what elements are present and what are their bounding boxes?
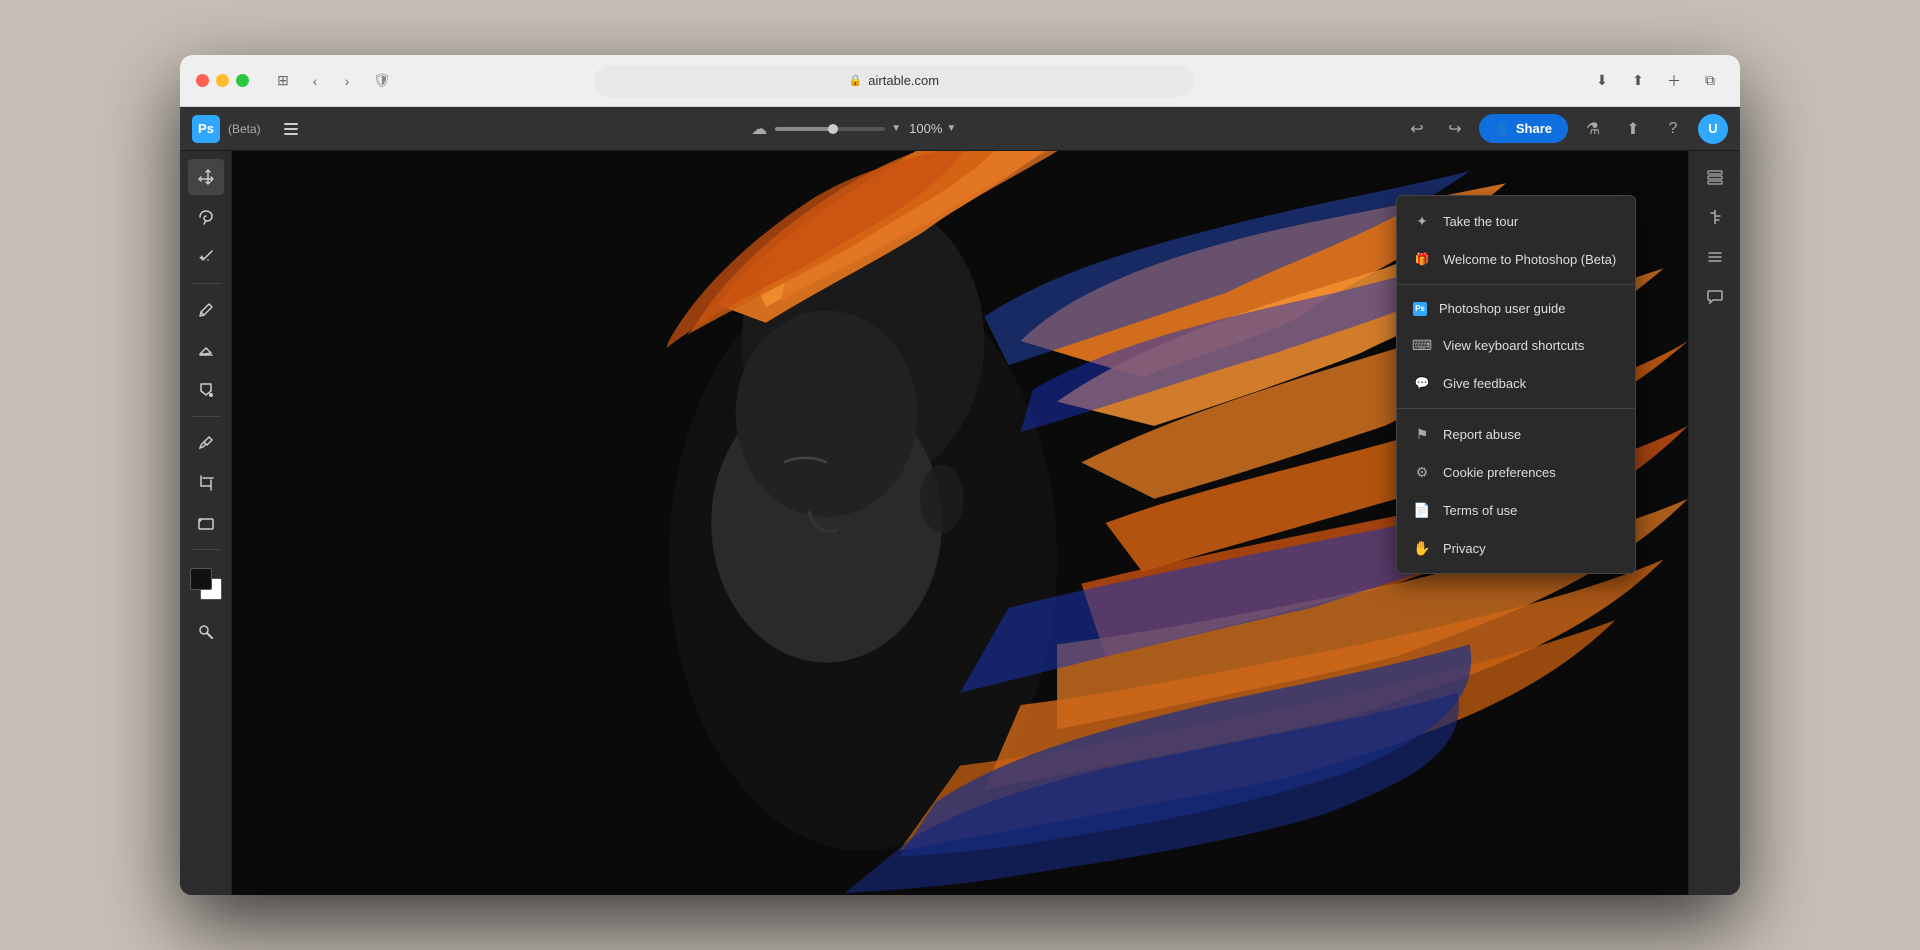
close-button[interactable] bbox=[196, 74, 209, 87]
new-tab-button[interactable]: ＋ bbox=[1660, 67, 1688, 95]
tool-separator-3 bbox=[191, 549, 221, 550]
keyboard-shortcuts-icon: ⌨ bbox=[1413, 336, 1431, 354]
url-bar[interactable]: 🔒 airtable.com bbox=[594, 65, 1194, 97]
share-page-button[interactable]: ⬆ bbox=[1624, 67, 1652, 95]
terms-of-use-icon: 📄 bbox=[1413, 501, 1431, 519]
ps-right-panel bbox=[1688, 151, 1740, 895]
user-guide-icon: Ps bbox=[1413, 302, 1427, 316]
report-abuse-label: Report abuse bbox=[1443, 427, 1521, 442]
zoom-slider-thumb bbox=[828, 124, 838, 134]
user-guide-label: Photoshop user guide bbox=[1439, 301, 1565, 316]
lock-icon: 🔒 bbox=[849, 74, 863, 87]
give-feedback-label: Give feedback bbox=[1443, 376, 1526, 391]
zoom-level-label: 100% bbox=[909, 121, 942, 136]
ps-topbar-right: ↩ ↪ 👤 Share ⚗ ⬆ ? U bbox=[1403, 114, 1728, 144]
browser-right-controls: ⬇ ⬆ ＋ ⧉ bbox=[1588, 67, 1724, 95]
terms-of-use-item[interactable]: 📄 Terms of use bbox=[1397, 491, 1635, 529]
user-avatar[interactable]: U bbox=[1698, 114, 1728, 144]
download-button[interactable]: ⬇ bbox=[1588, 67, 1616, 95]
hamburger-menu-button[interactable] bbox=[277, 115, 305, 143]
ps-topbar-center: ☁ ▼ 100% ▼ bbox=[313, 119, 1395, 139]
extra-tool-button[interactable] bbox=[188, 614, 224, 650]
take-tour-label: Take the tour bbox=[1443, 214, 1518, 229]
take-tour-item[interactable]: ✦ Take the tour bbox=[1397, 202, 1635, 240]
cookie-preferences-item[interactable]: ⚙ Cookie preferences bbox=[1397, 453, 1635, 491]
undo-button[interactable]: ↩ bbox=[1403, 115, 1431, 143]
move-tool-button[interactable] bbox=[188, 159, 224, 195]
help-dropdown-section-1: ✦ Take the tour 🎁 Welcome to Photoshop (… bbox=[1397, 196, 1635, 284]
tool-separator-2 bbox=[191, 416, 221, 417]
brush-tool-button[interactable] bbox=[188, 292, 224, 328]
help-dropdown-menu: ✦ Take the tour 🎁 Welcome to Photoshop (… bbox=[1396, 195, 1636, 574]
cloud-icon: ☁ bbox=[751, 119, 767, 139]
ps-topbar: Ps (Beta) ☁ ▼ 100% bbox=[180, 107, 1740, 151]
ps-canvas[interactable]: ✦ Take the tour 🎁 Welcome to Photoshop (… bbox=[232, 151, 1688, 895]
sidebar-toggle-button[interactable]: ⊞ bbox=[269, 67, 297, 95]
properties-panel-button[interactable] bbox=[1697, 239, 1733, 275]
share-button-icon: 👤 bbox=[1495, 122, 1510, 136]
minimize-button[interactable] bbox=[216, 74, 229, 87]
foreground-color-swatch[interactable] bbox=[190, 568, 212, 590]
zoom-dropdown-chevron: ▼ bbox=[946, 123, 956, 134]
give-feedback-icon: 💬 bbox=[1413, 374, 1431, 392]
color-swatches[interactable] bbox=[188, 566, 224, 602]
ps-beta-label: (Beta) bbox=[228, 122, 261, 136]
share-button[interactable]: 👤 Share bbox=[1479, 114, 1568, 143]
user-guide-item[interactable]: Ps Photoshop user guide bbox=[1397, 291, 1635, 326]
zoom-slider-container[interactable]: ▼ bbox=[775, 123, 901, 134]
help-dropdown-section-2: Ps Photoshop user guide ⌨ View keyboard … bbox=[1397, 284, 1635, 408]
browser-nav: ⊞ ‹ › bbox=[269, 67, 361, 95]
redo-button[interactable]: ↪ bbox=[1441, 115, 1469, 143]
privacy-icon: ✋ bbox=[1413, 539, 1431, 557]
ps-logo: Ps bbox=[192, 115, 220, 143]
magic-wand-button[interactable] bbox=[188, 239, 224, 275]
zoom-dropdown[interactable]: 100% ▼ bbox=[909, 121, 956, 136]
privacy-item[interactable]: ✋ Privacy bbox=[1397, 529, 1635, 567]
welcome-item[interactable]: 🎁 Welcome to Photoshop (Beta) bbox=[1397, 240, 1635, 278]
terms-of-use-label: Terms of use bbox=[1443, 503, 1517, 518]
url-text: airtable.com bbox=[868, 73, 939, 88]
comments-panel-button[interactable] bbox=[1697, 279, 1733, 315]
cookie-preferences-label: Cookie preferences bbox=[1443, 465, 1556, 480]
report-abuse-icon: ⚑ bbox=[1413, 425, 1431, 443]
traffic-lights bbox=[196, 74, 249, 87]
adjustments-panel-button[interactable] bbox=[1697, 199, 1733, 235]
keyboard-shortcuts-label: View keyboard shortcuts bbox=[1443, 338, 1584, 353]
flask-icon-button[interactable]: ⚗ bbox=[1578, 114, 1608, 144]
browser-chrome: ⊞ ‹ › 🛡 🔒 airtable.com ⬇ ⬆ ＋ ⧉ bbox=[180, 55, 1740, 107]
upload-icon-button[interactable]: ⬆ bbox=[1618, 114, 1648, 144]
eraser-tool-button[interactable] bbox=[188, 332, 224, 368]
back-button[interactable]: ‹ bbox=[301, 67, 329, 95]
cookie-preferences-icon: ⚙ bbox=[1413, 463, 1431, 481]
eyedropper-tool-button[interactable] bbox=[188, 425, 224, 461]
maximize-button[interactable] bbox=[236, 74, 249, 87]
zoom-slider[interactable] bbox=[775, 127, 885, 131]
help-dropdown-section-3: ⚑ Report abuse ⚙ Cookie preferences 📄 Te… bbox=[1397, 408, 1635, 573]
photoshop-app: Ps (Beta) ☁ ▼ 100% bbox=[180, 107, 1740, 895]
forward-button[interactable]: › bbox=[333, 67, 361, 95]
share-button-label: Share bbox=[1516, 121, 1552, 136]
tool-separator-1 bbox=[191, 283, 221, 284]
crop-tool-button[interactable] bbox=[188, 465, 224, 501]
privacy-label: Privacy bbox=[1443, 541, 1486, 556]
welcome-label: Welcome to Photoshop (Beta) bbox=[1443, 252, 1616, 267]
take-tour-icon: ✦ bbox=[1413, 212, 1431, 230]
ps-left-toolbar bbox=[180, 151, 232, 895]
give-feedback-item[interactable]: 💬 Give feedback bbox=[1397, 364, 1635, 402]
tabs-button[interactable]: ⧉ bbox=[1696, 67, 1724, 95]
keyboard-shortcuts-item[interactable]: ⌨ View keyboard shortcuts bbox=[1397, 326, 1635, 364]
lasso-tool-button[interactable] bbox=[188, 199, 224, 235]
zoom-dropdown-arrow: ▼ bbox=[891, 123, 901, 134]
zoom-slider-fill bbox=[775, 127, 830, 131]
fill-tool-button[interactable] bbox=[188, 372, 224, 408]
layers-panel-button[interactable] bbox=[1697, 159, 1733, 195]
mac-window: ⊞ ‹ › 🛡 🔒 airtable.com ⬇ ⬆ ＋ ⧉ Ps (Beta) bbox=[180, 55, 1740, 895]
report-abuse-item[interactable]: ⚑ Report abuse bbox=[1397, 415, 1635, 453]
help-icon-button[interactable]: ? bbox=[1658, 114, 1688, 144]
ps-main-workspace: ✦ Take the tour 🎁 Welcome to Photoshop (… bbox=[180, 151, 1740, 895]
frame-tool-button[interactable] bbox=[188, 505, 224, 541]
shield-icon: 🛡 bbox=[373, 72, 391, 89]
welcome-icon: 🎁 bbox=[1413, 250, 1431, 268]
